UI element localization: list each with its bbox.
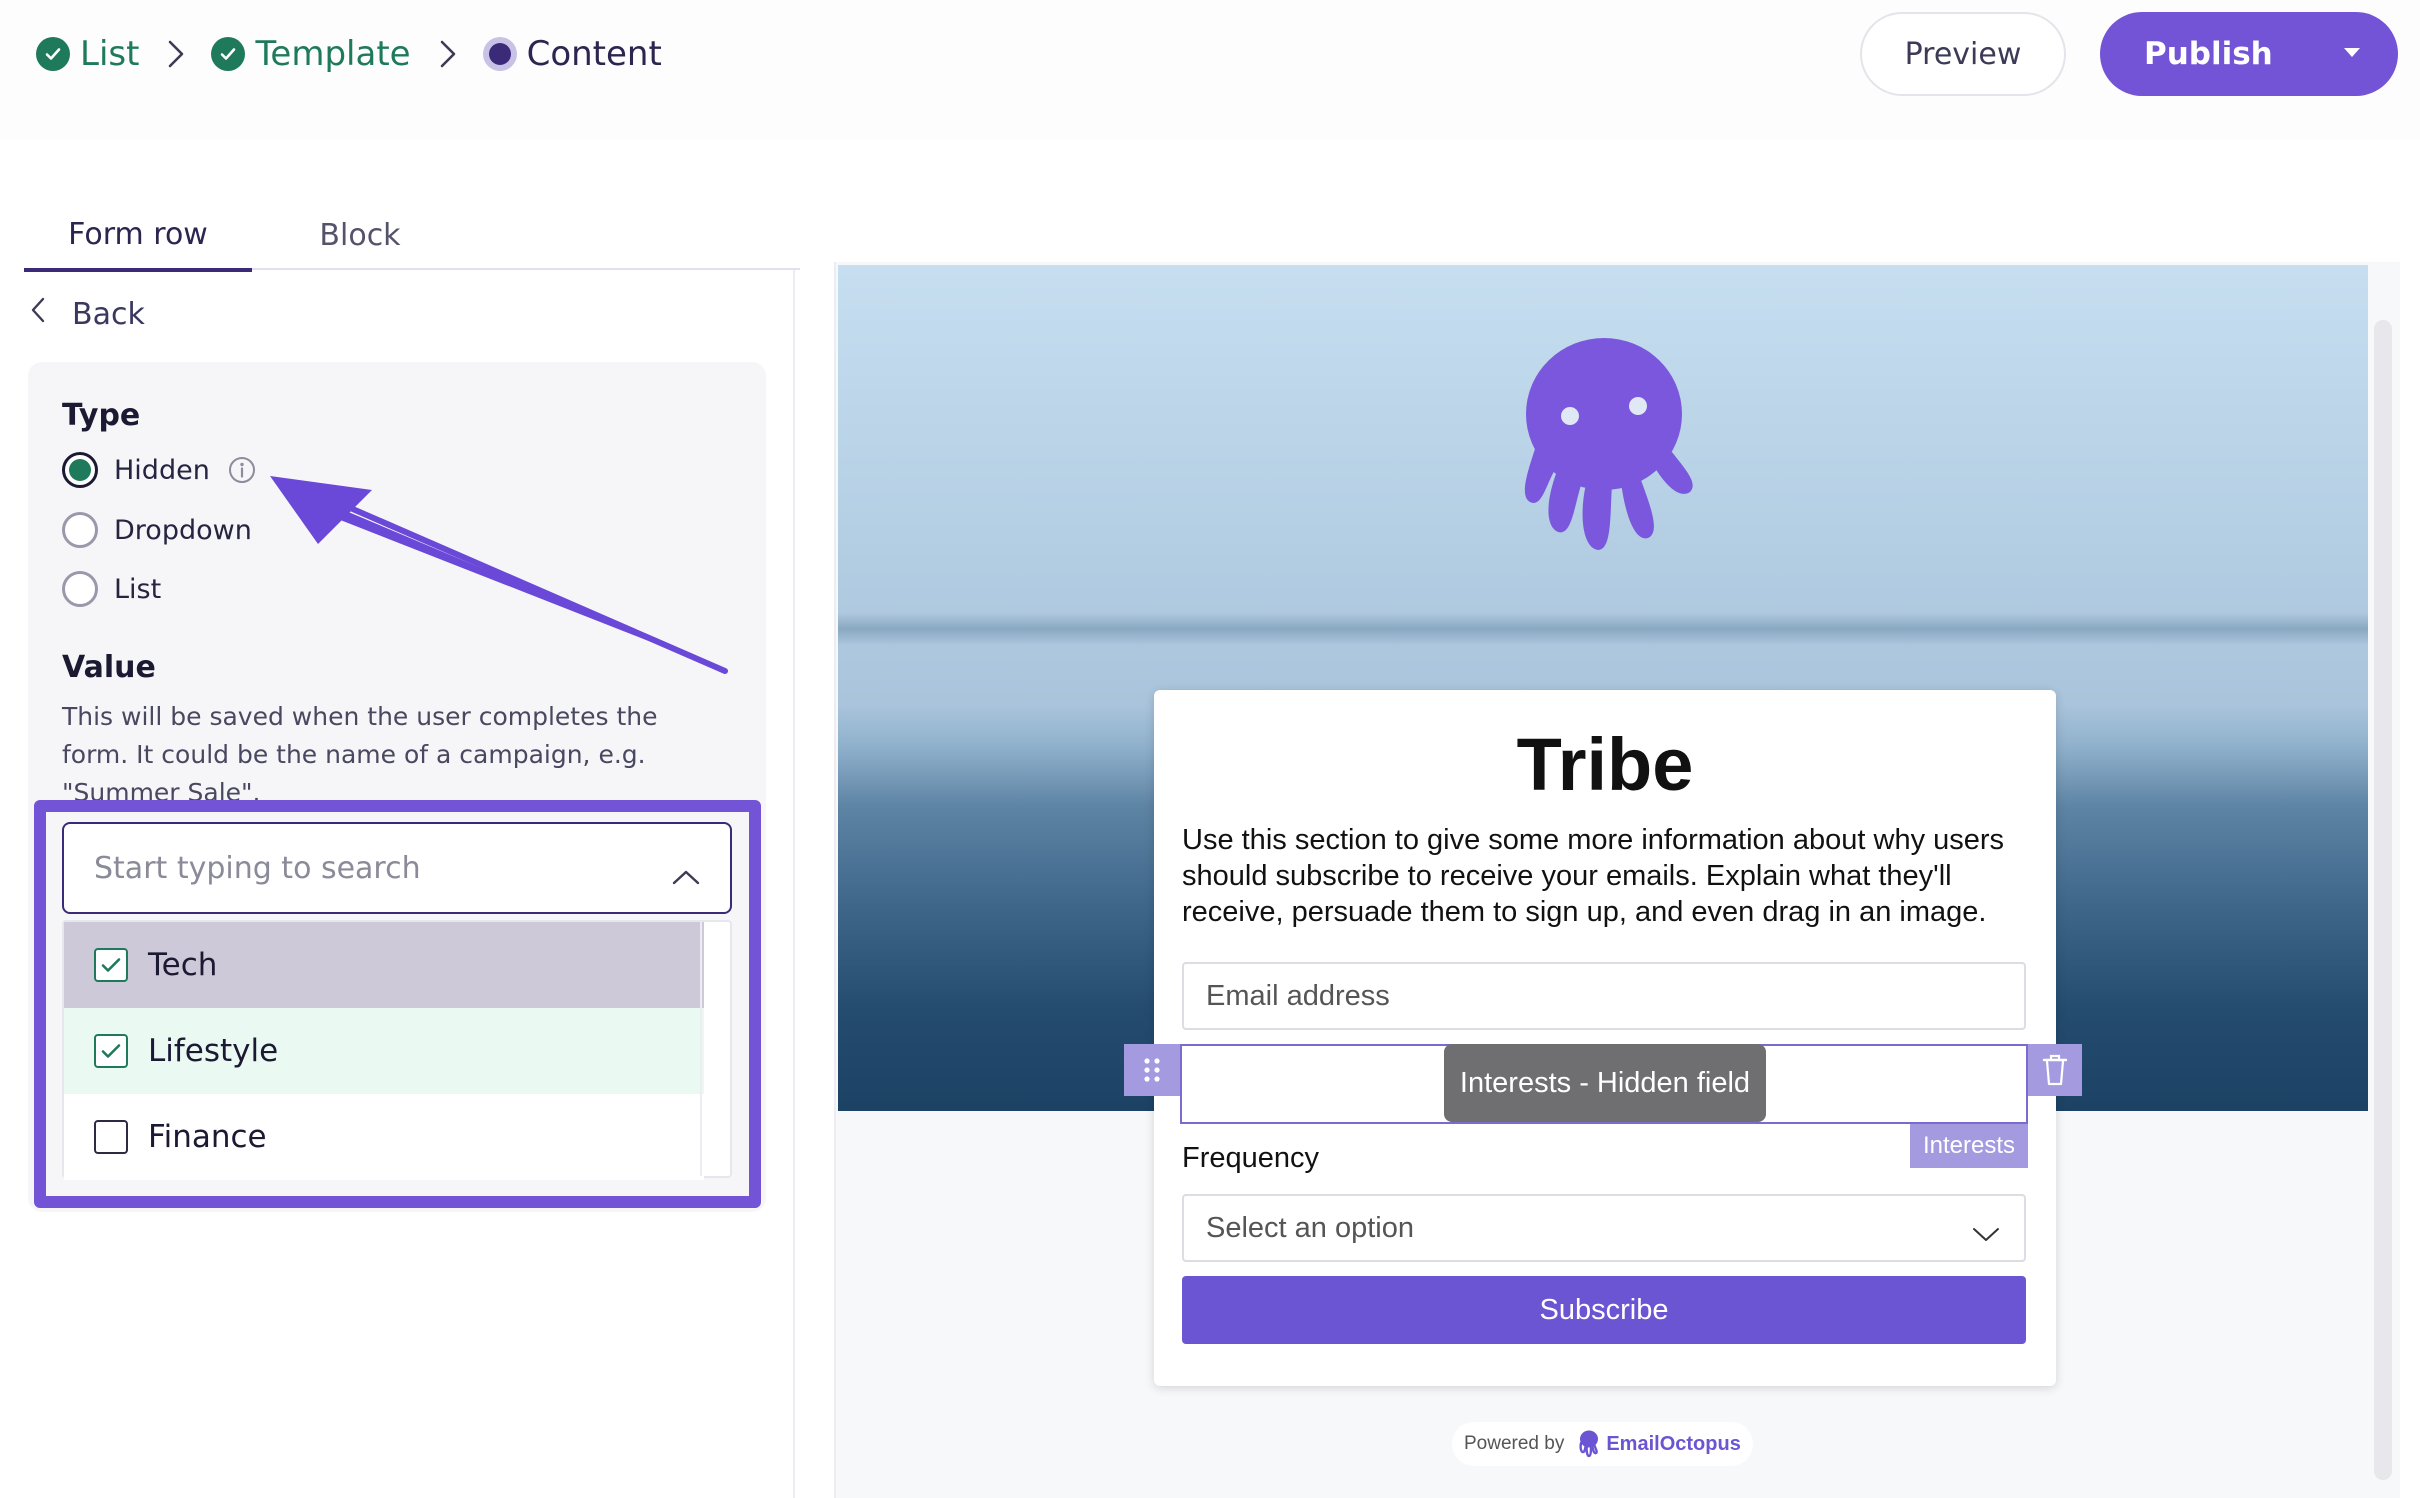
checkbox-checked[interactable] — [94, 948, 128, 982]
brand-name: EmailOctopus — [1606, 1432, 1741, 1455]
annotation-arrow — [270, 476, 728, 674]
back-link[interactable]: Back — [30, 296, 145, 332]
breadcrumb-step-template[interactable]: Template — [211, 34, 411, 74]
value-label: Value — [62, 650, 156, 685]
check-icon — [36, 37, 70, 71]
powered-by-badge[interactable]: Powered by EmailOctopus — [1452, 1422, 1753, 1466]
chevron-right-icon — [439, 39, 457, 69]
field-name-tag: Interests — [1910, 1124, 2028, 1168]
preview-scrollbar[interactable] — [2374, 320, 2392, 1480]
radio-label: List — [114, 573, 162, 605]
chevron-right-icon — [167, 39, 185, 69]
form-title[interactable]: Tribe — [1154, 722, 2056, 807]
value-search-input[interactable]: Start typing to search — [62, 822, 732, 914]
powered-by-text: Powered by — [1464, 1433, 1565, 1454]
top-bar: List Template Content Preview Publish — [0, 0, 2420, 140]
subscribe-button[interactable]: Subscribe — [1182, 1276, 2026, 1344]
option-tech[interactable]: Tech — [64, 922, 704, 1008]
value-options-list: Tech Lifestyle Finance — [62, 920, 732, 1180]
option-label: Tech — [148, 947, 218, 983]
frequency-placeholder: Select an option — [1206, 1211, 1414, 1244]
chevron-up-icon[interactable] — [672, 858, 700, 893]
panel-divider — [793, 270, 795, 1498]
caret-down-icon[interactable] — [2344, 48, 2360, 57]
info-icon[interactable] — [228, 456, 256, 484]
breadcrumb-label: List — [80, 34, 140, 74]
octopus-mini-icon — [1579, 1430, 1599, 1458]
option-lifestyle[interactable]: Lifestyle — [64, 1008, 704, 1094]
tab-block[interactable]: Block — [260, 200, 460, 270]
radio-dropdown[interactable]: Dropdown — [62, 512, 252, 548]
horizon-haze — [838, 612, 2368, 646]
radio-list[interactable]: List — [62, 571, 161, 607]
type-label: Type — [62, 398, 141, 433]
option-label: Lifestyle — [148, 1033, 279, 1069]
back-label: Back — [72, 296, 145, 332]
chevron-left-icon — [30, 296, 46, 332]
chevron-down-icon — [1972, 1218, 2000, 1251]
radio-hidden[interactable]: Hidden — [62, 452, 256, 488]
publish-button[interactable]: Publish — [2100, 12, 2398, 96]
hidden-field-tooltip: Interests - Hidden field — [1444, 1044, 1766, 1122]
octopus-logo — [1524, 338, 1693, 550]
frequency-label: Frequency — [1182, 1142, 1320, 1174]
current-step-icon — [482, 37, 517, 71]
checkbox-checked[interactable] — [94, 1034, 128, 1068]
breadcrumb-step-list[interactable]: List — [36, 34, 139, 74]
option-label: Finance — [148, 1119, 267, 1155]
form-description[interactable]: Use this section to give some more infor… — [1182, 822, 2032, 930]
breadcrumb-label: Content — [526, 34, 662, 74]
check-icon — [211, 37, 246, 71]
email-field[interactable]: Email address — [1182, 962, 2026, 1030]
breadcrumb: List Template Content — [36, 28, 662, 80]
option-finance[interactable]: Finance — [64, 1094, 704, 1180]
breadcrumb-step-content[interactable]: Content — [482, 34, 662, 74]
options-scrollbar[interactable] — [700, 922, 730, 1176]
breadcrumb-label: Template — [255, 34, 411, 74]
email-placeholder: Email address — [1206, 979, 1390, 1012]
checkbox-unchecked[interactable] — [94, 1120, 128, 1154]
radio-button[interactable] — [62, 452, 98, 488]
publish-label: Publish — [2144, 36, 2273, 72]
trash-icon[interactable] — [2028, 1044, 2082, 1096]
radio-button[interactable] — [62, 571, 98, 607]
radio-label: Hidden — [114, 454, 210, 486]
search-placeholder: Start typing to search — [94, 850, 421, 886]
radio-button[interactable] — [62, 512, 98, 548]
radio-label: Dropdown — [114, 514, 252, 546]
frequency-select[interactable]: Select an option — [1182, 1194, 2026, 1262]
tab-form-row[interactable]: Form row — [24, 200, 252, 272]
preview-button[interactable]: Preview — [1860, 12, 2066, 96]
panel-tabs: Form row Block — [24, 200, 800, 272]
drag-handle-icon[interactable] — [1124, 1044, 1180, 1096]
value-help-text: This will be saved when the user complet… — [62, 702, 658, 807]
